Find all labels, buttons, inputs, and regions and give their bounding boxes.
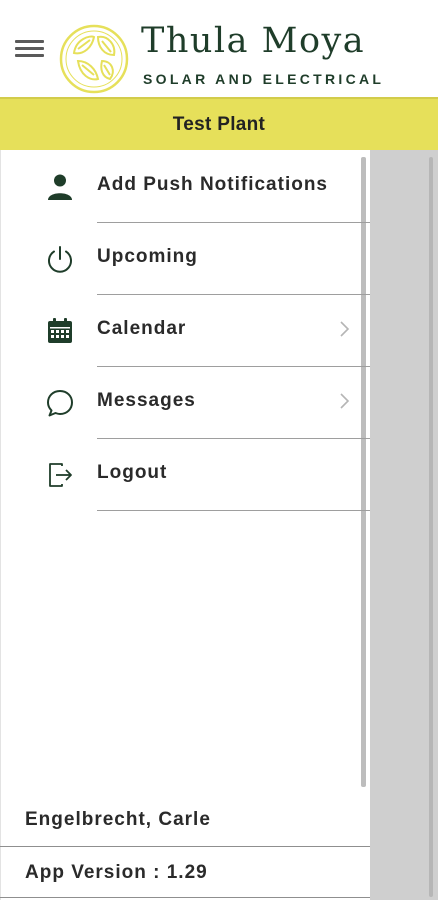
chat-bubble-icon: [44, 387, 76, 419]
footer-divider: [0, 846, 370, 847]
menu-item-messages[interactable]: Messages: [0, 367, 370, 439]
menu-item-label: Upcoming: [97, 246, 198, 267]
background-scrollbar: [429, 157, 433, 897]
menu-item-label: Messages: [97, 390, 196, 411]
plant-title-bar: Test Plant: [0, 97, 438, 150]
drawer-backdrop[interactable]: [370, 150, 438, 900]
calendar-icon: [44, 315, 76, 347]
menu-item-add-push-notifications[interactable]: Add Push Notifications: [0, 151, 370, 223]
menu-item-label: Calendar: [97, 318, 187, 339]
power-icon: [44, 243, 76, 275]
app-header: Thula Moya SOLAR AND ELECTRICAL: [0, 0, 438, 97]
hamburger-menu-icon[interactable]: [15, 38, 45, 60]
footer-divider: [0, 897, 370, 898]
brand-tagline: SOLAR AND ELECTRICAL: [143, 71, 385, 87]
person-icon: [44, 171, 76, 203]
user-name: Engelbrecht, Carle: [25, 809, 211, 830]
menu-item-upcoming[interactable]: Upcoming: [0, 223, 370, 295]
chevron-right-icon: [340, 321, 350, 337]
brand-name: Thula Moya: [141, 21, 366, 61]
menu-item-calendar[interactable]: Calendar: [0, 295, 370, 367]
menu-divider: [97, 510, 370, 511]
menu-item-label: Add Push Notifications: [97, 174, 328, 195]
leaf-logo-icon: [59, 24, 129, 94]
logout-icon: [44, 459, 76, 491]
plant-name: Test Plant: [172, 113, 266, 135]
app-version: App Version : 1.29: [25, 862, 208, 883]
menu-item-label: Logout: [97, 462, 168, 483]
chevron-right-icon: [340, 393, 350, 409]
menu-item-logout[interactable]: Logout: [0, 439, 370, 511]
